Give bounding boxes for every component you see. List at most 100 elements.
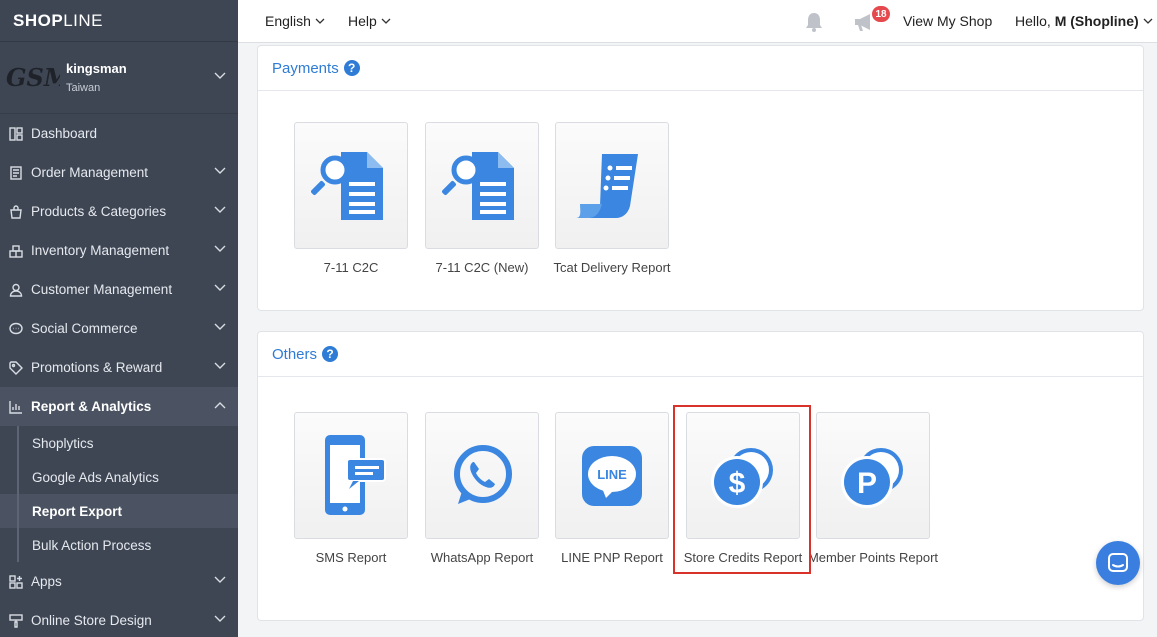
report-tile-box (555, 122, 669, 249)
chevron-down-icon (214, 362, 226, 369)
sidebar-subitem-shoplytics[interactable]: Shoplytics (0, 426, 238, 460)
report-tile-label: LINE PNP Report (561, 550, 663, 565)
document-search-icon (311, 151, 383, 220)
sidebar-item-customer-management[interactable]: Customer Management (0, 270, 238, 309)
report-tile-711-c2c-new[interactable]: 7-11 C2C (New) (425, 122, 539, 275)
sidebar-item-apps[interactable]: Apps (0, 562, 238, 601)
help-dropdown[interactable]: Help (348, 13, 391, 29)
line-icon-text: LINE (597, 467, 627, 482)
report-tile-label: 7-11 C2C (323, 260, 379, 275)
sidebar-item-label: Order Management (31, 165, 149, 180)
highlight-box (673, 405, 811, 574)
payments-title: Payments (272, 59, 339, 77)
view-my-shop-link[interactable]: View My Shop (903, 13, 992, 29)
chevron-down-icon (214, 615, 226, 622)
shop-country: Taiwan (66, 82, 101, 94)
top-bar: English Help 18 View My Shop Hello, M (S… (238, 0, 1157, 43)
chat-icon (1108, 553, 1128, 572)
report-tile-member-points[interactable]: P Member Points Report (808, 412, 938, 565)
sidebar-subitem-google-ads[interactable]: Google Ads Analytics (0, 460, 238, 494)
whatsapp-icon (454, 444, 512, 504)
payments-header: Payments ? (258, 46, 1143, 91)
sidebar-item-products[interactable]: Products & Categories (0, 192, 238, 231)
sidebar-item-promotions[interactable]: Promotions & Reward (0, 348, 238, 387)
chevron-down-icon (214, 206, 226, 213)
chevron-down-icon (214, 323, 226, 330)
sidebar-subitem-bulk-action[interactable]: Bulk Action Process (0, 528, 238, 562)
report-tile-whatsapp[interactable]: WhatsApp Report (425, 412, 539, 565)
line-app-icon: LINE (582, 445, 642, 506)
document-search-icon (442, 151, 514, 220)
sidebar-item-label: Social Commerce (31, 321, 138, 336)
chevron-down-icon (214, 284, 226, 291)
sidebar-item-inventory[interactable]: Inventory Management (0, 231, 238, 270)
sidebar: SHOPLINE GSM kingsman Taiwan Dashboard O… (0, 0, 238, 637)
report-submenu: Shoplytics Google Ads Analytics Report E… (0, 426, 238, 562)
language-label: English (265, 13, 311, 29)
bell-icon[interactable] (803, 11, 825, 33)
user-menu[interactable]: Hello, M (Shopline) (1015, 13, 1153, 29)
sidebar-item-label: Products & Categories (31, 204, 167, 219)
sidebar-item-social-commerce[interactable]: Social Commerce (0, 309, 238, 348)
phone-message-icon (325, 434, 386, 515)
chevron-down-icon (214, 245, 226, 252)
payments-panel: Payments ? 7-11 C2C 7-11 C2C (New) Tcat … (257, 45, 1144, 311)
notification-badge: 18 (872, 6, 890, 22)
shop-switcher[interactable]: GSM kingsman Taiwan (0, 42, 238, 114)
others-header: Others ? (258, 332, 1143, 377)
sidebar-item-label: Dashboard (31, 126, 98, 141)
chat-bubble-icon (8, 321, 24, 337)
report-tile-tcat-delivery[interactable]: Tcat Delivery Report (553, 122, 671, 275)
tag-icon (8, 360, 24, 376)
sidebar-item-order-management[interactable]: Order Management (0, 153, 238, 192)
sidebar-item-dashboard[interactable]: Dashboard (0, 114, 238, 153)
sidebar-item-label: Inventory Management (31, 243, 170, 258)
report-tile-box: P (816, 412, 930, 539)
report-tile-711-c2c[interactable]: 7-11 C2C (294, 122, 408, 275)
bag-icon (8, 204, 24, 220)
sidebar-item-label: Customer Management (31, 282, 173, 297)
sidebar-item-report-analytics[interactable]: Report & Analytics (0, 387, 238, 426)
receipt-icon (576, 153, 638, 218)
chevron-up-icon (214, 402, 226, 409)
report-tile-label: Tcat Delivery Report (553, 260, 671, 275)
report-tile-line-pnp[interactable]: LINE LINE PNP Report (555, 412, 669, 565)
sidebar-item-label: Apps (31, 574, 62, 589)
chevron-down-icon (381, 18, 391, 24)
sidebar-item-online-store-design[interactable]: Online Store Design (0, 601, 238, 637)
report-tile-sms[interactable]: SMS Report (294, 412, 408, 565)
sidebar-item-label: Online Store Design (31, 613, 152, 628)
shop-logo: GSM (6, 63, 60, 92)
brand-bold: SHOP (13, 10, 64, 30)
brand-light: LINE (63, 10, 103, 30)
report-tile-box (294, 412, 408, 539)
report-tile-label: WhatsApp Report (430, 550, 534, 565)
help-label: Help (348, 13, 377, 29)
report-tile-box (425, 122, 539, 249)
report-tile-label: 7-11 C2C (New) (435, 260, 529, 275)
chat-launcher-button[interactable] (1096, 541, 1140, 585)
report-tile-label: SMS Report (315, 550, 387, 565)
sidebar-subitem-report-export[interactable]: Report Export (0, 494, 238, 528)
user-icon (8, 282, 24, 298)
report-tile-box: LINE (555, 412, 669, 539)
help-icon[interactable]: ? (343, 60, 360, 76)
points-icon: P (841, 447, 903, 508)
language-dropdown[interactable]: English (265, 13, 325, 29)
chevron-down-icon (1143, 18, 1153, 24)
user-name: M (Shopline) (1054, 13, 1139, 29)
chevron-down-icon (214, 167, 226, 174)
order-icon (8, 165, 24, 181)
points-symbol: P (857, 467, 877, 500)
help-icon[interactable]: ? (322, 346, 339, 362)
others-title: Others (272, 345, 318, 363)
brand-logo[interactable]: SHOP LINE (0, 0, 238, 42)
sidebar-item-label: Report & Analytics (31, 399, 152, 414)
shop-name: kingsman (66, 61, 127, 76)
dashboard-icon (8, 126, 24, 142)
others-panel: Others ? SMS Report WhatsApp Report LINE… (257, 331, 1144, 621)
report-tile-box (294, 122, 408, 249)
hello-prefix: Hello, (1015, 13, 1051, 29)
apps-icon (8, 574, 24, 590)
chevron-down-icon (315, 18, 325, 24)
